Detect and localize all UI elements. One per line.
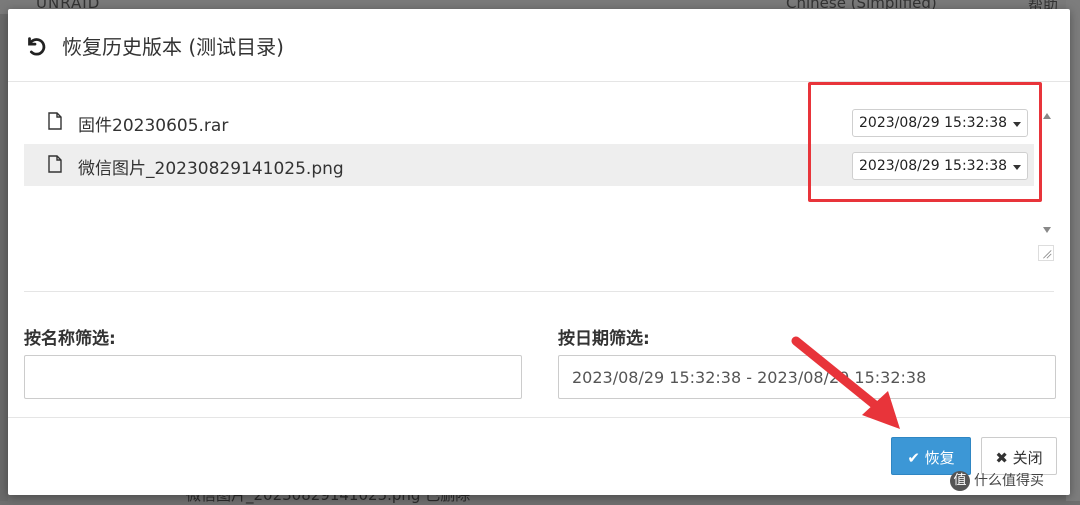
scroll-down-arrow-icon[interactable] xyxy=(1043,227,1051,233)
file-icon xyxy=(48,112,62,130)
watermark: 值什么值得买 xyxy=(950,470,1044,491)
watermark-text: 什么值得买 xyxy=(974,473,1044,489)
restore-history-dialog: 恢复历史版本 (测试目录) 固件20230605.rar 2023/08/29 … xyxy=(8,9,1070,495)
file-icon xyxy=(48,155,62,173)
highlight-annotation-box xyxy=(808,82,1042,202)
dialog-header: 恢复历史版本 (测试目录) xyxy=(8,9,1070,82)
dialog-title: 恢复历史版本 (测试目录) xyxy=(62,35,284,59)
resize-grip-icon[interactable] xyxy=(1038,245,1054,261)
restore-button-label: 恢复 xyxy=(924,449,955,467)
divider xyxy=(24,291,1054,292)
scroll-up-arrow-icon[interactable] xyxy=(1043,113,1051,119)
background-left-edge xyxy=(0,0,8,501)
date-filter-label: 按日期筛选: xyxy=(558,329,650,349)
file-name: 微信图片_20230829141025.png xyxy=(78,159,344,179)
name-filter-input[interactable] xyxy=(24,355,522,399)
check-icon: ✔ xyxy=(907,449,920,467)
close-button-label: 关闭 xyxy=(1012,449,1043,467)
close-icon: ✖ xyxy=(995,449,1008,467)
watermark-logo-icon: 值 xyxy=(950,471,970,491)
arrow-annotation xyxy=(791,336,900,429)
undo-icon xyxy=(28,37,46,56)
file-name: 固件20230605.rar xyxy=(78,116,229,136)
name-filter-label: 按名称筛选: xyxy=(24,329,116,349)
